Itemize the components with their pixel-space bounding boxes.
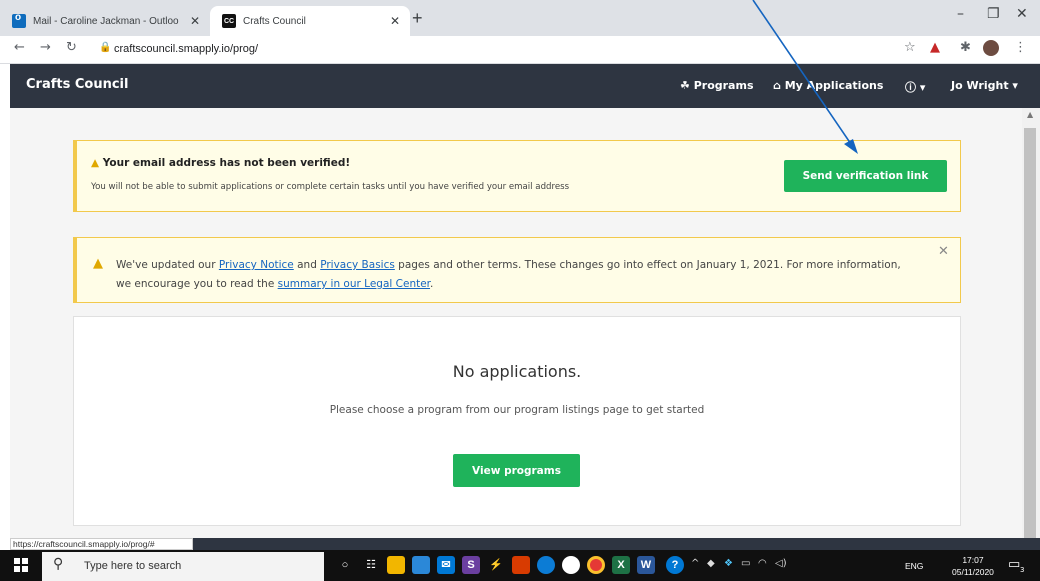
- user-menu[interactable]: Jo Wright ▾: [951, 79, 1018, 92]
- new-tab-icon[interactable]: +: [412, 8, 423, 29]
- privacy-text: and: [293, 259, 321, 271]
- site-footer-strip: [193, 538, 1040, 550]
- scrollbar-thumb[interactable]: [1024, 128, 1036, 538]
- reload-icon[interactable]: ↻: [66, 40, 77, 55]
- view-programs-button[interactable]: View programs: [453, 454, 580, 487]
- alert-title-text: Your email address has not been verified…: [102, 157, 351, 169]
- close-tab-icon[interactable]: ✕: [390, 14, 400, 28]
- info-menu[interactable]: ⓘ ▾: [905, 79, 925, 95]
- mail-icon[interactable]: ✉: [437, 556, 455, 574]
- alert-body: You will not be able to submit applicati…: [91, 182, 570, 192]
- outlook-icon: [12, 12, 26, 28]
- applications-card: [73, 316, 961, 526]
- privacy-text: .: [430, 278, 434, 290]
- close-tab-icon[interactable]: ✕: [190, 14, 200, 28]
- privacy-alert-text: We've updated our Privacy Notice and Pri…: [116, 256, 916, 294]
- notifications-icon[interactable]: ▭: [1008, 557, 1020, 572]
- warning-icon: ▲: [91, 157, 100, 169]
- privacy-notice-link[interactable]: Privacy Notice: [219, 259, 294, 271]
- word-icon[interactable]: W: [637, 556, 655, 574]
- site-navbar: [10, 64, 1040, 108]
- wifi-icon[interactable]: ◠: [758, 558, 767, 569]
- clock-date: 05/11/2020: [952, 567, 994, 577]
- battery-icon[interactable]: ▭: [741, 558, 750, 569]
- user-name: Jo Wright: [951, 79, 1009, 92]
- url-field[interactable]: craftscouncil.smapply.io/prog/: [114, 43, 258, 55]
- info-icon: ⓘ: [905, 81, 916, 94]
- language-indicator[interactable]: ENG: [905, 561, 923, 571]
- chevron-down-icon: ▾: [1012, 79, 1018, 92]
- restore-icon[interactable]: ❐: [987, 6, 1000, 22]
- chrome-icon[interactable]: [587, 556, 605, 574]
- tab-mail[interactable]: Mail - Caroline Jackman - Outloo ✕: [12, 6, 210, 36]
- store-icon[interactable]: [412, 556, 430, 574]
- empty-state-title: No applications.: [452, 362, 582, 381]
- empty-state-message: Please choose a program from our program…: [329, 404, 705, 416]
- scroll-up-icon[interactable]: ▲: [1027, 110, 1033, 119]
- legal-center-link[interactable]: summary in our Legal Center: [278, 278, 430, 290]
- help-icon[interactable]: ?: [666, 556, 684, 574]
- site-brand[interactable]: Crafts Council: [26, 77, 128, 92]
- task-view-icon[interactable]: ☷: [362, 556, 380, 574]
- extensions-icon[interactable]: ✱: [960, 40, 971, 55]
- tab-title: Mail - Caroline Jackman - Outloo: [33, 15, 179, 27]
- tray-app-icon[interactable]: ◆: [707, 558, 715, 569]
- programs-icon: ☘: [680, 79, 690, 92]
- notification-count: 3: [1020, 566, 1025, 574]
- send-verification-button[interactable]: Send verification link: [784, 160, 947, 192]
- status-url: https://craftscouncil.smapply.io/prog/#: [10, 538, 193, 550]
- back-icon[interactable]: ←: [14, 40, 25, 55]
- minimize-icon[interactable]: –: [957, 6, 964, 22]
- search-icon: ⚲: [53, 556, 64, 572]
- tab-title: Crafts Council: [243, 15, 306, 27]
- volume-icon[interactable]: ◁): [775, 558, 787, 569]
- cortana-icon[interactable]: ○: [336, 556, 354, 574]
- excel-icon[interactable]: X: [612, 556, 630, 574]
- nav-programs[interactable]: ☘ Programs: [680, 79, 754, 92]
- alert-title: ▲ Your email address has not been verifi…: [91, 157, 350, 169]
- app-icon[interactable]: ⚡: [487, 556, 505, 574]
- menu-icon[interactable]: ⋮: [1014, 40, 1027, 55]
- forward-icon[interactable]: →: [40, 40, 51, 55]
- nav-programs-label: Programs: [693, 79, 754, 92]
- pdf-extension-icon[interactable]: ▲: [930, 40, 940, 55]
- star-icon[interactable]: ☆: [904, 40, 916, 55]
- home-icon: ⌂: [773, 79, 781, 92]
- privacy-text: We've updated our: [116, 259, 219, 271]
- tray-chevron-icon[interactable]: ^: [691, 558, 699, 569]
- close-window-icon[interactable]: ✕: [1016, 6, 1028, 22]
- nav-my-applications-label: My Applications: [784, 79, 884, 92]
- dropbox-icon[interactable]: ❖: [724, 558, 733, 569]
- app-icon[interactable]: S: [462, 556, 480, 574]
- edge-icon[interactable]: [537, 556, 555, 574]
- nav-my-applications[interactable]: ⌂ My Applications: [773, 79, 883, 92]
- close-icon[interactable]: ✕: [938, 244, 949, 259]
- chevron-down-icon: ▾: [919, 81, 926, 94]
- crafts-council-icon: CC: [222, 14, 236, 28]
- office-icon[interactable]: [512, 556, 530, 574]
- taskbar-clock[interactable]: 17:07 05/11/2020: [952, 554, 994, 578]
- lock-icon[interactable]: 🔒: [99, 42, 111, 53]
- windows-start-icon[interactable]: [14, 557, 28, 576]
- warning-icon: ▲: [93, 256, 103, 271]
- tab-crafts-council[interactable]: CC Crafts Council ✕: [210, 6, 410, 36]
- privacy-basics-link[interactable]: Privacy Basics: [320, 259, 395, 271]
- app-icon[interactable]: [562, 556, 580, 574]
- taskbar-search-placeholder: Type here to search: [84, 560, 182, 572]
- clock-time: 17:07: [962, 555, 984, 565]
- file-explorer-icon[interactable]: [387, 556, 405, 574]
- profile-avatar-icon[interactable]: [983, 40, 999, 60]
